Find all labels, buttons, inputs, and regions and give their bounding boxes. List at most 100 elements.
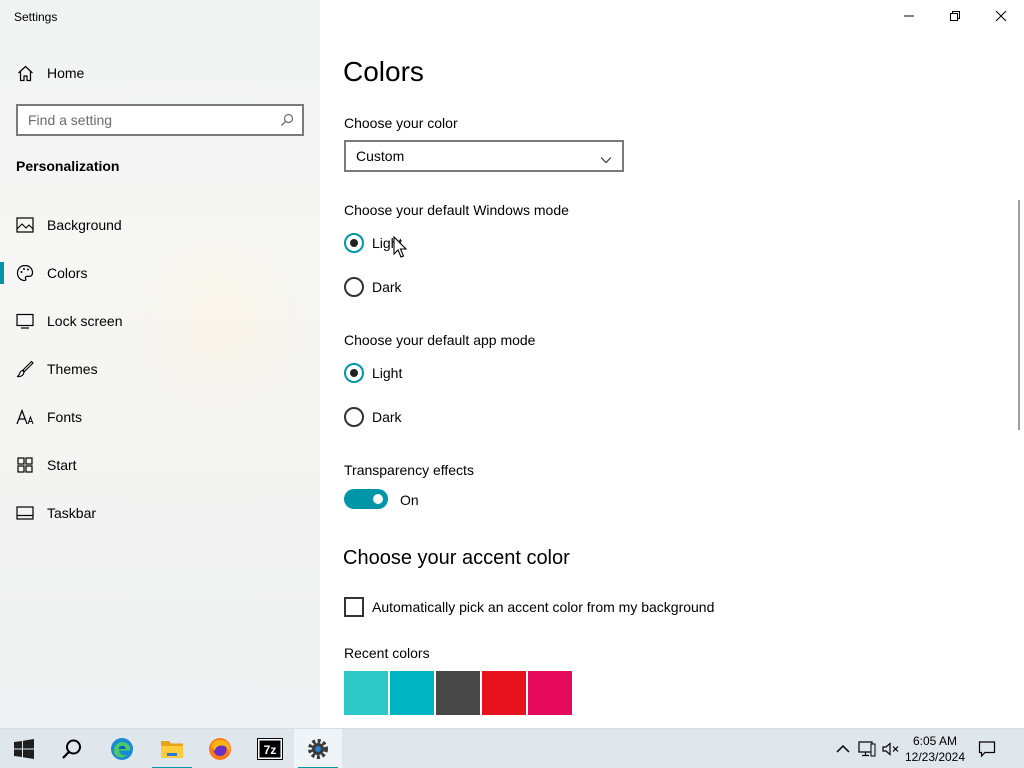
notification-center-button[interactable] [974,729,1000,768]
sidebar-item-themes[interactable]: Themes [0,349,320,389]
7zip-icon: 7z [257,738,283,760]
search-icon[interactable] [280,113,294,132]
recent-color-swatch[interactable] [344,671,388,715]
network-icon [858,741,876,757]
sidebar-item-fonts[interactable]: Fonts [0,397,320,437]
nav-home-label: Home [47,65,85,81]
radio-dot [350,239,358,247]
brush-icon [16,360,34,378]
sidebar-item-start[interactable]: Start [0,445,320,485]
radio-label: Dark [372,279,402,295]
close-icon [995,10,1007,22]
section-title: Personalization [16,158,120,174]
radio-circle[interactable] [344,407,364,427]
start-grid-icon [16,456,34,474]
radio-label: Dark [372,409,402,425]
clock-date: 12/23/2024 [904,750,966,764]
taskbar-file-explorer-button[interactable] [148,729,196,768]
palette-icon [16,264,34,282]
recent-color-swatch[interactable] [390,671,434,715]
taskbar-7zip-button[interactable]: 7z [246,729,294,768]
svg-text:7z: 7z [264,743,277,757]
checkbox-box[interactable] [344,597,364,617]
network-tray-button[interactable] [856,729,878,768]
radio-circle[interactable] [344,277,364,297]
app-mode-light-radio[interactable]: Light [344,362,402,384]
accent-color-heading: Choose your accent color [343,547,570,569]
settings-icon [308,739,328,759]
notification-icon [978,741,996,758]
taskbar-icon [16,504,34,522]
clock-time: 6:05 AM [912,734,958,748]
auto-accent-checkbox[interactable]: Automatically pick an accent color from … [344,597,714,617]
picture-icon [16,216,34,234]
sidebar-item-taskbar[interactable]: Taskbar [0,493,320,533]
font-icon [16,408,34,426]
radio-circle[interactable] [344,233,364,253]
transparency-toggle[interactable] [344,489,388,509]
app-mode-dark-radio[interactable]: Dark [344,406,402,428]
recent-color-swatch[interactable] [482,671,526,715]
sidebar-item-colors[interactable]: Colors [0,253,320,293]
nav-home[interactable]: Home [0,53,320,93]
chevron-down-icon [600,151,612,169]
transparency-label: Transparency effects [344,462,474,478]
windows-start-icon [14,739,34,759]
chevron-up-icon [836,744,850,753]
search-placeholder: Find a setting [28,112,113,128]
radio-dot [350,369,358,377]
page-title: Colors [343,56,424,87]
volume-muted-icon [882,742,899,756]
taskbar-search-button[interactable] [48,729,96,768]
sidebar-item-label: Colors [47,265,88,281]
lock-screen-icon [16,312,34,330]
radio-circle[interactable] [344,363,364,383]
restore-icon [950,11,960,21]
taskbar-edge-button[interactable] [98,729,146,768]
home-icon [16,64,34,82]
recent-colors-row [344,671,572,715]
app-title: Settings [14,10,58,24]
search-icon [62,739,81,759]
sidebar-item-label: Lock screen [47,313,123,329]
recent-color-swatch[interactable] [528,671,572,715]
radio-label: Light [372,365,403,381]
volume-tray-button[interactable] [880,729,902,768]
app-mode-label: Choose your default app mode [344,332,536,348]
taskbar: 7z 6:05 AM 12/23/2024 [0,728,1024,768]
taskbar-settings-button[interactable] [294,729,342,768]
sidebar-item-label: Taskbar [47,505,97,521]
toggle-knob [373,494,383,504]
file-explorer-icon [161,741,183,758]
sidebar-item-label: Themes [47,361,98,377]
checkbox-label: Automatically pick an accent color from … [372,599,715,615]
taskbar-clock[interactable]: 6:05 AM 12/23/2024 [900,733,970,765]
sidebar-item-label: Fonts [47,409,83,425]
edge-icon [111,738,133,760]
sidebar-item-lock-screen[interactable]: Lock screen [0,301,320,341]
minimize-button[interactable] [886,0,932,32]
windows-start-button[interactable] [0,729,48,768]
transparency-state: On [400,492,419,508]
show-hidden-icons-button[interactable] [832,729,854,768]
firefox-icon [209,738,231,760]
scrollbar[interactable] [1018,200,1020,430]
colors-page: Colors Choose your color Custom Choose y… [320,0,1024,728]
restore-button[interactable] [932,0,978,32]
search-input[interactable]: Find a setting [16,104,304,136]
taskbar-firefox-button[interactable] [196,729,244,768]
choose-color-label: Choose your color [344,115,458,131]
sidebar-item-background[interactable]: Background [0,205,320,245]
mouse-cursor-icon [393,235,409,265]
close-button[interactable] [978,0,1024,32]
sidebar-item-label: Background [47,217,122,233]
recent-color-swatch[interactable] [436,671,480,715]
settings-sidebar: Settings Home Find a setting Personaliza… [0,0,320,728]
windows-mode-label: Choose your default Windows mode [344,202,569,218]
recent-colors-label: Recent colors [344,645,430,661]
minimize-icon [904,15,914,17]
sidebar-item-label: Start [47,457,77,473]
dropdown-value: Custom [356,148,405,164]
choose-color-dropdown[interactable]: Custom [344,140,624,172]
windows-mode-dark-radio[interactable]: Dark [344,276,402,298]
